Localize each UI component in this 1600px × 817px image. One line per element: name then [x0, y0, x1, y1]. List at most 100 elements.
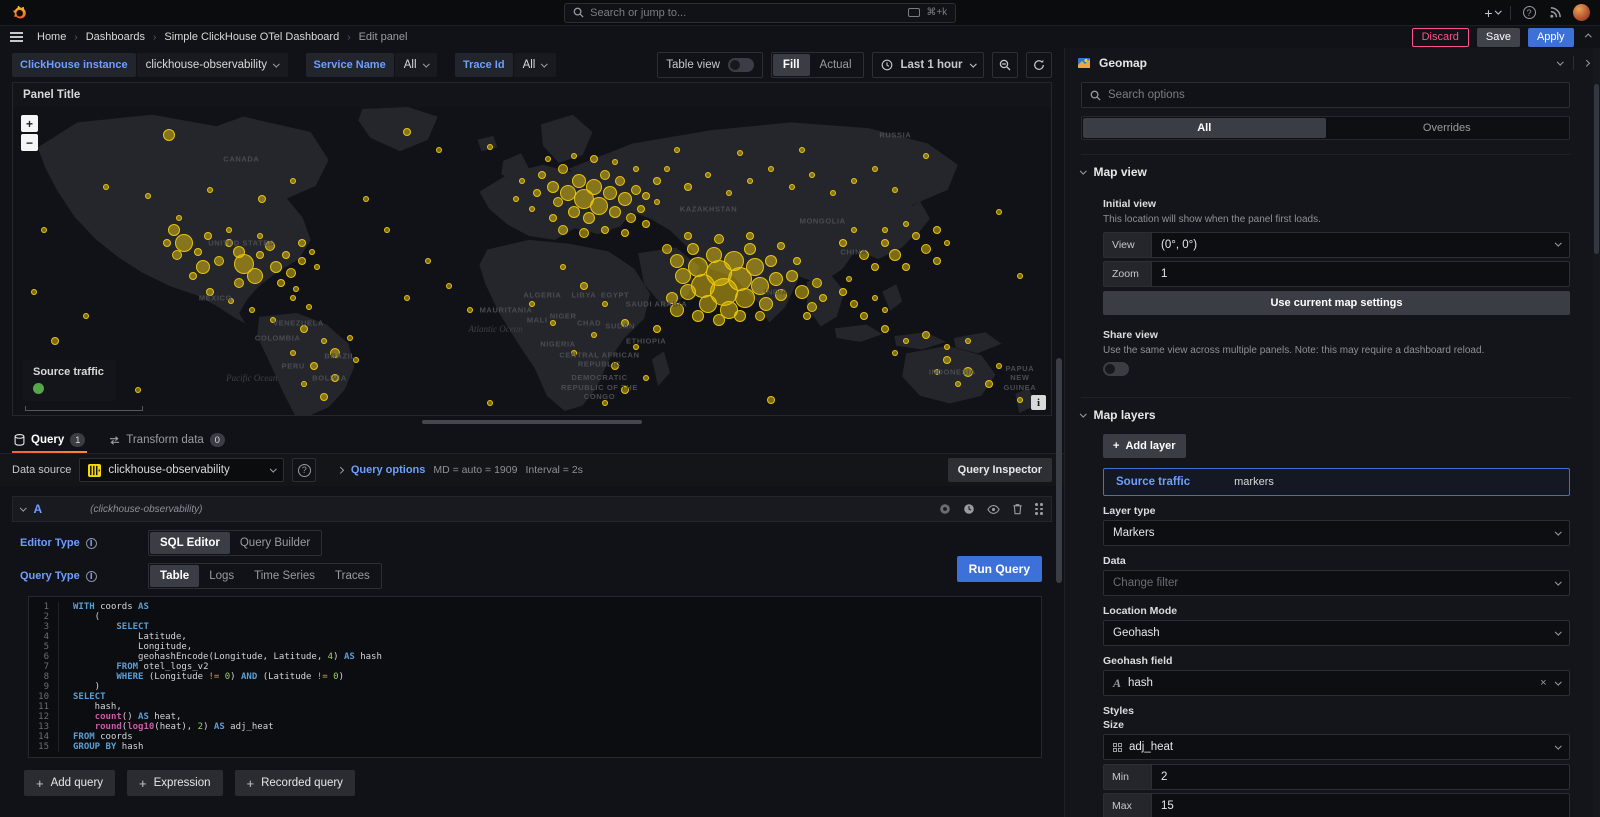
tab-all[interactable]: All: [1083, 118, 1326, 138]
variable-value-clickhouse-instance[interactable]: clickhouse-observability: [137, 53, 288, 77]
map-layers-section-header[interactable]: Map layers: [1081, 408, 1570, 422]
breadcrumb-separator: ›: [74, 32, 77, 43]
plus-icon: +: [247, 776, 255, 791]
use-current-map-settings-button[interactable]: Use current map settings: [1103, 291, 1570, 315]
actual-option[interactable]: Actual: [810, 54, 862, 76]
panel-title[interactable]: Panel Title: [13, 83, 1051, 107]
eye-icon[interactable]: [987, 504, 1000, 515]
fill-option[interactable]: Fill: [773, 54, 810, 76]
sql-editor[interactable]: 1WITH coords AS2 (3 SELECT4 Latitude,5 L…: [28, 596, 1042, 758]
drag-handle-icon[interactable]: [1035, 503, 1043, 515]
duplicate-icon[interactable]: [939, 503, 951, 515]
size-field-select[interactable]: adj_heat: [1103, 734, 1570, 760]
geohash-field-select[interactable]: A hash ×: [1103, 670, 1570, 696]
options-scrollbar[interactable]: [1593, 48, 1600, 817]
options-search-input[interactable]: [1108, 89, 1561, 101]
query-options[interactable]: Query options MD = auto = 1909 Interval …: [338, 464, 583, 476]
layer-type-select[interactable]: Markers: [1103, 520, 1570, 546]
query-type-traces[interactable]: Traces: [325, 565, 380, 587]
history-icon[interactable]: [963, 503, 975, 515]
layer-type-value: Markers: [1113, 527, 1155, 539]
share-view-toggle[interactable]: [1103, 362, 1129, 376]
variable-value-trace-id[interactable]: All: [514, 53, 556, 77]
layer-card-source-traffic[interactable]: Source traffic markers: [1103, 468, 1570, 496]
tab-query[interactable]: Query 1: [12, 429, 87, 453]
user-avatar[interactable]: [1573, 4, 1590, 21]
news-button[interactable]: [1547, 5, 1563, 21]
chevron-down-icon[interactable]: [1557, 58, 1563, 64]
run-query-button[interactable]: Run Query: [957, 556, 1042, 582]
map-zoom-out-button[interactable]: −: [21, 134, 38, 151]
map-marker: [902, 263, 910, 271]
zoom-input[interactable]: 1: [1151, 261, 1570, 287]
geohash-field-label: Geohash field: [1103, 655, 1570, 667]
tab-transform-data[interactable]: Transform data 0: [107, 429, 227, 453]
recorded-query-button[interactable]: + Recorded query: [235, 770, 355, 796]
grafana-app: ⌘+k + ? Home › Dashboards › Simple Click…: [0, 0, 1600, 817]
collapse-pane-icon[interactable]: [1583, 60, 1589, 66]
map-marker: [404, 295, 410, 301]
location-mode-select[interactable]: Geohash: [1103, 620, 1570, 646]
map-marker: [176, 215, 182, 221]
add-menu-button[interactable]: +: [1484, 5, 1500, 21]
query-options-link[interactable]: Query options: [351, 464, 426, 476]
search-input[interactable]: [590, 7, 902, 19]
map-view-section-header[interactable]: Map view: [1081, 165, 1570, 179]
refresh-button[interactable]: [1026, 52, 1052, 78]
options-scrollbar-thumb[interactable]: [1594, 84, 1599, 254]
query-inspector-button[interactable]: Query Inspector: [948, 458, 1052, 482]
clear-icon[interactable]: ×: [1540, 677, 1546, 689]
time-range-picker[interactable]: Last 1 hour: [872, 52, 984, 78]
panel-resize-handle[interactable]: [422, 420, 642, 424]
search-bar[interactable]: ⌘+k: [564, 3, 956, 23]
add-query-button[interactable]: +Add query: [24, 770, 115, 796]
save-button[interactable]: Save: [1477, 28, 1520, 47]
variable-value-service-name[interactable]: All: [395, 53, 437, 77]
table-view-toggle[interactable]: Table view: [657, 52, 763, 78]
map-marker: [846, 276, 852, 282]
help-button[interactable]: ?: [1521, 5, 1537, 21]
breadcrumb-home[interactable]: Home: [37, 31, 66, 43]
info-icon: i: [86, 538, 97, 549]
map-canvas[interactable]: RUSSIACANADAUNITED STATESMEXICOVENEZUELA…: [13, 107, 1051, 415]
trash-icon[interactable]: [1012, 503, 1023, 515]
collapse-header-icon[interactable]: [1585, 34, 1591, 40]
collapse-query-icon[interactable]: [20, 504, 26, 510]
query-type-logs[interactable]: Logs: [199, 565, 244, 587]
tab-overrides[interactable]: Overrides: [1326, 118, 1569, 138]
sql-line: 1WITH coords AS: [29, 602, 1041, 612]
min-input[interactable]: 2: [1151, 764, 1570, 790]
expression-button[interactable]: +Expression: [127, 770, 222, 796]
breadcrumb-dashboards[interactable]: Dashboards: [86, 31, 145, 43]
sql-line: 3 SELECT: [29, 622, 1041, 632]
query-type-table[interactable]: Table: [150, 565, 199, 587]
discard-button[interactable]: Discard: [1412, 28, 1469, 47]
query-type-time-series[interactable]: Time Series: [244, 565, 325, 587]
apply-button[interactable]: Apply: [1528, 28, 1574, 47]
breadcrumb-dashboard-name[interactable]: Simple ClickHouse OTel Dashboard: [164, 31, 339, 43]
toggle-off-icon[interactable]: [728, 58, 754, 72]
map-attribution-button[interactable]: i: [1031, 395, 1046, 410]
zoom-out-time-button[interactable]: [992, 52, 1018, 78]
map-marker: [621, 386, 629, 394]
visualization-name[interactable]: Geomap: [1099, 56, 1147, 70]
options-search[interactable]: [1081, 82, 1570, 108]
editor-type-query-builder[interactable]: Query Builder: [230, 532, 320, 554]
view-select[interactable]: (0°, 0°): [1151, 232, 1570, 258]
datasource-picker[interactable]: clickhouse-observability: [79, 458, 284, 482]
number-field-icon: [1113, 743, 1122, 752]
editor-type-sql-editor[interactable]: SQL Editor: [150, 532, 230, 554]
data-select[interactable]: Change filter: [1103, 570, 1570, 596]
menu-toggle-icon[interactable]: [10, 32, 23, 42]
query-header[interactable]: A (clickhouse-observability): [12, 496, 1052, 522]
max-input[interactable]: 15: [1151, 793, 1570, 817]
map-marker: [789, 184, 795, 190]
query-footer: +Add query +Expression + Recorded query: [12, 758, 1052, 808]
left-scrollbar-thumb[interactable]: [1056, 358, 1062, 583]
grafana-logo-icon[interactable]: [10, 4, 28, 22]
datasource-help-button[interactable]: ?: [292, 458, 316, 482]
map-marker: [882, 227, 888, 233]
map-zoom-in-button[interactable]: +: [21, 115, 38, 132]
recorded-query-label: Recorded query: [261, 777, 343, 789]
add-layer-button[interactable]: +Add layer: [1103, 434, 1186, 458]
